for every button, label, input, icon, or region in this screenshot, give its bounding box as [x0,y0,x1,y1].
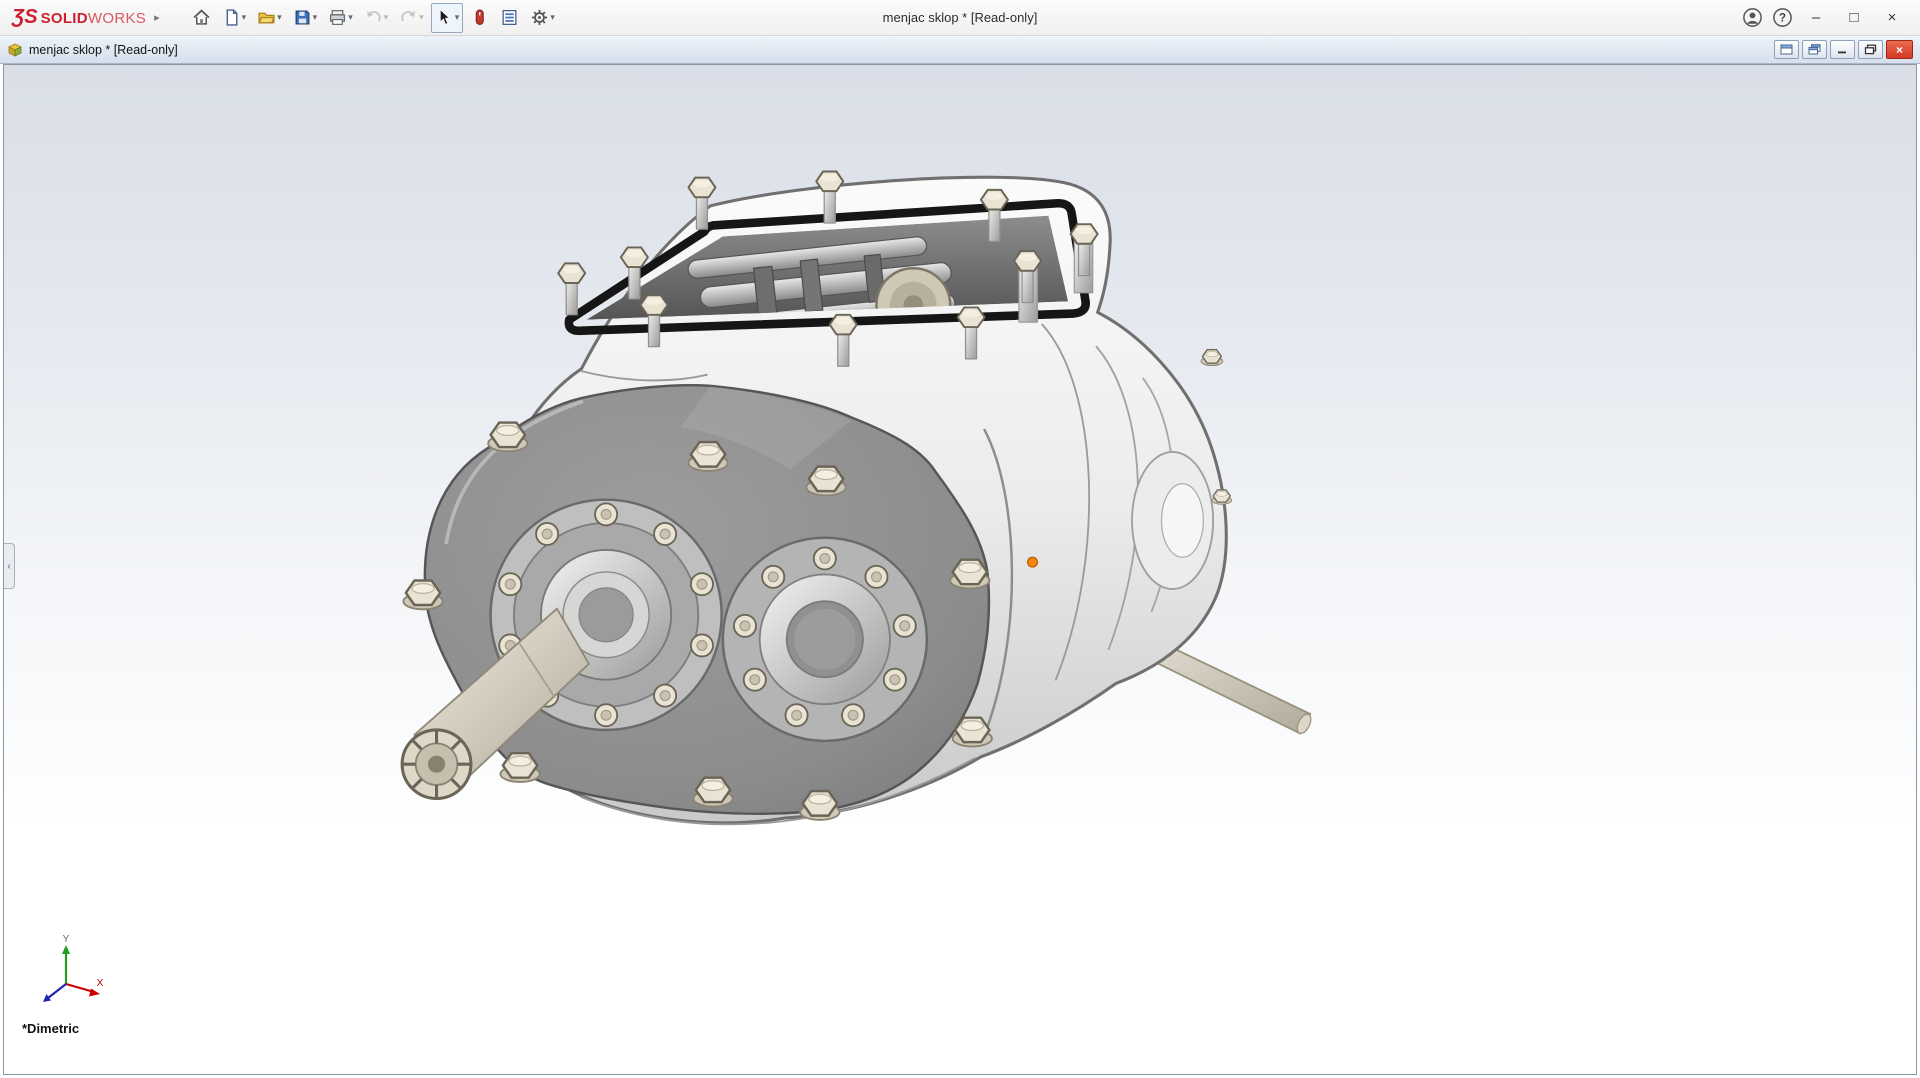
mouse-gestures-icon [476,9,485,25]
document-title: menjac sklop * [Read-only] [29,42,178,57]
settings-dropdown-caret: ▾ [550,12,555,22]
gearbox-3d-view[interactable] [4,65,1916,1074]
settings-button[interactable]: ▾ [526,3,559,33]
redo-icon [401,10,416,22]
select-tool-button[interactable]: ▾ [430,2,464,33]
home-button[interactable] [188,3,215,33]
select-dropdown-caret: ▾ [454,12,460,22]
new-document-icon [226,9,238,26]
undo-icon [366,10,381,22]
new-dropdown-caret: ▾ [241,12,247,22]
new-window-button[interactable] [1774,40,1799,59]
document-properties-button[interactable] [496,3,523,33]
help-button[interactable]: ? [1768,4,1796,32]
mouse-gestures-button[interactable] [466,3,493,33]
print-icon [330,10,346,25]
brand-logo-icon: ƷS [12,6,38,28]
view-orientation-label: *Dimetric [22,1021,80,1036]
secondary-bearing-cover [721,536,929,743]
document-restore-button[interactable] [1858,40,1883,59]
undo-dropdown-caret: ▾ [383,12,389,22]
tail-bolt [1200,349,1224,367]
print-dropdown-caret: ▾ [348,12,353,22]
help-icon: ? [1772,8,1792,27]
redo-button[interactable]: ▾ [395,3,428,33]
undo-button[interactable]: ▾ [360,3,393,33]
save-icon [295,10,310,25]
select-cursor-icon [439,8,450,25]
print-button[interactable]: ▾ [324,3,357,33]
document-minimize-button[interactable] [1830,40,1855,59]
close-button[interactable]: × [1874,3,1910,33]
assembly-document-icon [8,43,22,57]
save-dropdown-caret: ▾ [312,12,318,22]
redo-dropdown-caret: ▾ [419,12,424,22]
feature-panel-collapse-tab[interactable]: ‹ [4,543,15,589]
document-window-controls: × [1774,40,1913,59]
open-folder-icon [258,12,275,24]
svg-text:?: ? [1778,13,1785,25]
triad-x-label: X [97,978,104,989]
titlebar-right-controls: ? – □ × [1738,3,1910,33]
triad-y-arrow [62,945,70,954]
brand-name-light: WORKS [87,10,147,27]
triad-x-arrow [89,988,100,997]
cascade-windows-icon [1808,44,1821,55]
tail-end-cap [1131,451,1215,591]
triad-y-label: Y [63,934,70,945]
cascade-windows-button[interactable] [1802,40,1827,59]
open-dropdown-caret: ▾ [277,12,282,22]
maximize-button[interactable]: □ [1836,3,1872,33]
home-icon [193,9,210,25]
settings-gear-icon [532,9,548,26]
solidworks-window: ƷS SOLID WORKS ▸ ▾ ▾ ▾ ▾ ▾ ▾ ▾ ▾ menjac … [0,0,1920,1075]
brand-name-bold: SOLID [40,10,88,27]
triad-z-arrow [43,994,51,1002]
quick-toolbar: ▾ ▾ ▾ ▾ ▾ ▾ ▾ ▾ [188,2,559,33]
window-title: menjac sklop * [Read-only] [882,10,1038,25]
document-titlebar: menjac sklop * [Read-only] × [0,36,1920,64]
titlebar: ƷS SOLID WORKS ▸ ▾ ▾ ▾ ▾ ▾ ▾ ▾ ▾ menjac … [0,0,1920,36]
save-button[interactable]: ▾ [289,3,322,33]
minimize-icon [1838,51,1846,54]
gearbox-model[interactable] [400,170,1313,826]
account-icon [1742,8,1762,27]
document-properties-icon [502,10,517,25]
solidworks-brand: ƷS SOLID WORKS ▸ [10,6,166,29]
orientation-triad: Y X [43,934,104,1002]
new-window-icon [1780,44,1793,55]
brand-expand-icon[interactable]: ▸ [154,11,160,24]
minimize-button[interactable]: – [1798,3,1834,33]
restore-icon [1864,44,1877,55]
selection-marker [1026,556,1039,568]
document-close-button[interactable]: × [1886,40,1913,59]
account-button[interactable] [1738,4,1766,32]
graphics-area[interactable]: ‹ Y X *Dimetric [3,64,1917,1075]
open-button[interactable]: ▾ [253,3,286,33]
new-document-button[interactable]: ▾ [218,3,251,33]
